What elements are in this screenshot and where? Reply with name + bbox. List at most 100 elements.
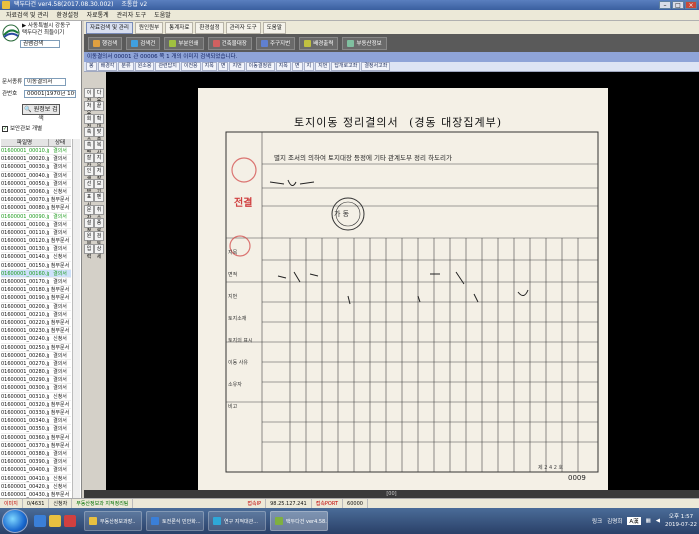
taskbar-task[interactable]: 토전론식 민안화... xyxy=(146,511,204,531)
tool-button[interactable]: 부동산정보 xyxy=(342,36,387,50)
file-row[interactable]: 01600001_00400.jpg 결의서 xyxy=(1,466,71,475)
file-row[interactable]: 01600001_00260.jpg 결의서 xyxy=(1,352,71,360)
tab-item[interactable]: 원인원부 xyxy=(134,21,164,34)
viewer-tool-button[interactable]: 처음 xyxy=(84,101,94,117)
viewer-tool-button[interactable]: 잘라 xyxy=(84,153,94,169)
file-row[interactable]: 01600001_00380.jpg 결의서 xyxy=(1,450,71,459)
file-row[interactable]: 01600001_00070.jpg 첨부문서 xyxy=(1,196,71,205)
viewer-tool-button[interactable]: 설정 xyxy=(84,218,94,234)
tool-button[interactable]: 행검색 xyxy=(88,36,123,50)
viewer-tool-button[interactable]: 보기 xyxy=(94,179,104,195)
viewer-tool-button[interactable]: 다음 xyxy=(94,88,104,104)
file-row[interactable]: 01600001_00300.jpg 결의서 xyxy=(1,384,71,393)
clock[interactable]: 오후 1:57 2019-07-22 xyxy=(665,513,697,529)
ime-indicator[interactable]: A漢 xyxy=(627,517,641,525)
file-row[interactable]: 01600001_00330.jpg 첨부문서 xyxy=(1,409,71,418)
doc-type-select[interactable]: 이동결의서 xyxy=(24,78,66,86)
file-row[interactable]: 01600001_00410.jpg 신청서 xyxy=(1,475,71,483)
file-row[interactable]: 01600001_00030.jpg 결의서 xyxy=(1,163,71,172)
file-row[interactable]: 01600001_00120.jpg 첨부문서 xyxy=(1,237,71,246)
file-row[interactable]: 01600001_00170.jpg 결의서 xyxy=(1,278,71,287)
menu-item[interactable]: 자료통계 xyxy=(83,10,113,21)
viewer-tool-button[interactable]: 취소 xyxy=(94,205,104,221)
viewer-tool-button[interactable]: 지우 xyxy=(94,153,104,169)
file-row[interactable]: 01600001_00230.jpg 첨부문서 xyxy=(1,327,71,336)
file-row[interactable]: 01600001_00270.jpg 결의서 xyxy=(1,360,71,369)
file-row[interactable]: 01600001_00320.jpg 첨부문서 xyxy=(1,401,71,409)
tab-item[interactable]: 도움말 xyxy=(262,21,286,34)
viewer-tool-button[interactable]: 축소 xyxy=(84,127,94,143)
taskbar-task[interactable]: 부동산정보과장.. xyxy=(84,511,142,531)
tool-button[interactable]: 부분인쇄 xyxy=(164,36,204,50)
filter-tab[interactable]: 지번 xyxy=(229,62,245,71)
file-row[interactable]: 01600001_00040.jpg 결의서 xyxy=(1,172,71,180)
close-button[interactable]: × xyxy=(685,1,697,9)
ie-icon[interactable] xyxy=(34,515,46,527)
file-row[interactable]: 01600001_00100.jpg 결의서 xyxy=(1,221,71,229)
filter-tab[interactable]: 이전용 xyxy=(180,62,201,71)
volume-icon[interactable]: ◀ xyxy=(656,518,660,524)
filter-tab[interactable]: 지목 xyxy=(275,62,291,71)
viewer-tool-button[interactable]: 입력 xyxy=(84,244,94,260)
tool-button[interactable]: 배경출력 xyxy=(299,36,339,50)
file-row[interactable]: 01600001_00220.jpg 첨부문서 xyxy=(1,319,71,328)
filter-tab[interactable]: 분류 xyxy=(118,62,134,71)
viewer-tool-button[interactable]: 저장 xyxy=(94,166,104,182)
viewer-tool-button[interactable]: 회전 xyxy=(84,114,94,130)
file-row[interactable]: 01600001_00350.jpg 결의서 xyxy=(1,425,71,434)
file-row[interactable]: 01600001_00200.jpg 결의서 xyxy=(1,303,71,311)
viewer-tool-button[interactable]: 맞춤 xyxy=(94,127,104,143)
file-row[interactable]: 01600001_00180.jpg 첨부문서 xyxy=(1,286,71,295)
viewer-tool-button[interactable]: 이전 xyxy=(84,88,94,104)
viewer-tool-button[interactable]: 복사 xyxy=(94,140,104,156)
tab-item[interactable]: 자료검색 및 관리 xyxy=(86,21,133,34)
file-row[interactable]: 01600001_00160.jpg 결의서 xyxy=(1,269,71,278)
viewer-tool-button[interactable]: 표시 xyxy=(84,192,94,208)
file-list-scrollbar[interactable] xyxy=(72,139,80,527)
taskbar-task[interactable]: 택두다건 ver4.58... xyxy=(270,511,328,531)
file-row[interactable]: 01600001_00280.jpg 결의서 xyxy=(1,368,71,377)
network-icon[interactable]: ▦ xyxy=(646,518,651,524)
tool-button[interactable]: 검색건 xyxy=(126,36,161,50)
menu-item[interactable]: 자료검색 및 관리 xyxy=(2,10,52,21)
file-row[interactable]: 01600001_00290.jpg 결의서 xyxy=(1,376,71,385)
viewer-tool-button[interactable]: 끝 xyxy=(94,101,104,111)
file-row[interactable]: 01600001_00020.jpg 결의서 xyxy=(1,155,71,164)
minimize-button[interactable]: – xyxy=(659,1,671,9)
filter-tab[interactable]: 면 xyxy=(291,62,303,71)
maximize-button[interactable]: □ xyxy=(672,1,684,9)
media-icon[interactable] xyxy=(64,515,76,527)
viewer-tool-button[interactable]: 상세 xyxy=(94,244,104,260)
volume-select[interactable]: 00001|1970년 10월 봉 xyxy=(24,90,76,98)
filter-tab[interactable]: 관련답지 xyxy=(155,62,180,71)
filter-tab[interactable]: 지목 xyxy=(201,62,217,71)
taskbar-task[interactable]: 연구 지적대관... xyxy=(208,511,266,531)
file-row[interactable]: 01600001_00080.jpg 첨부문서 xyxy=(1,204,71,213)
file-row[interactable]: 01600001_00360.jpg 첨부문서 xyxy=(1,434,71,442)
file-row[interactable]: 01600001_00150.jpg 첨부문서 xyxy=(1,262,71,270)
viewer-tool-button[interactable]: 문자 xyxy=(84,205,94,221)
file-row[interactable]: 01600001_00130.jpg 결의서 xyxy=(1,245,71,254)
viewer-tool-button[interactable]: 흑백 xyxy=(84,140,94,156)
filter-tab[interactable]: 지 xyxy=(303,62,315,71)
tool-button[interactable]: 주구지번 xyxy=(255,36,296,50)
viewer-tool-button[interactable]: 펜 xyxy=(94,192,104,202)
menu-item[interactable]: 환경설정 xyxy=(52,10,82,21)
filter-tab[interactable]: 답개로고좌 xyxy=(331,62,361,71)
file-row[interactable]: 01600001_00240.jpg 신청서 xyxy=(1,335,71,344)
viewer-tool-button[interactable]: 검토 xyxy=(94,231,104,247)
file-row[interactable]: 01600001_00370.jpg 첨부문서 xyxy=(1,442,71,450)
file-row[interactable]: 01600001_00390.jpg 결의서 xyxy=(1,458,71,467)
filter-tab[interactable]: 지번 xyxy=(315,62,331,71)
filter-tab[interactable]: 결정서고좌 xyxy=(361,62,391,71)
file-row[interactable]: 01600001_00250.jpg 첨부문서 xyxy=(1,344,71,352)
security-checkbox[interactable]: ✓ 보안관보 개별 xyxy=(2,124,42,132)
file-row[interactable]: 01600001_00010.jpg 결의서 xyxy=(1,147,71,156)
file-row[interactable]: 01600001_00420.jpg 신청서 xyxy=(1,483,71,491)
file-row[interactable]: 01600001_00210.jpg 결의서 xyxy=(1,311,71,319)
file-row[interactable]: 01600001_00140.jpg 신청서 xyxy=(1,253,71,262)
file-row[interactable]: 01600001_00090.jpg 결의서 xyxy=(1,213,71,221)
filter-tab[interactable]: 이동결정원 xyxy=(245,62,275,71)
viewer-tool-button[interactable]: 인쇄 xyxy=(84,166,94,182)
viewer-tool-button[interactable]: 선택 xyxy=(84,179,94,195)
